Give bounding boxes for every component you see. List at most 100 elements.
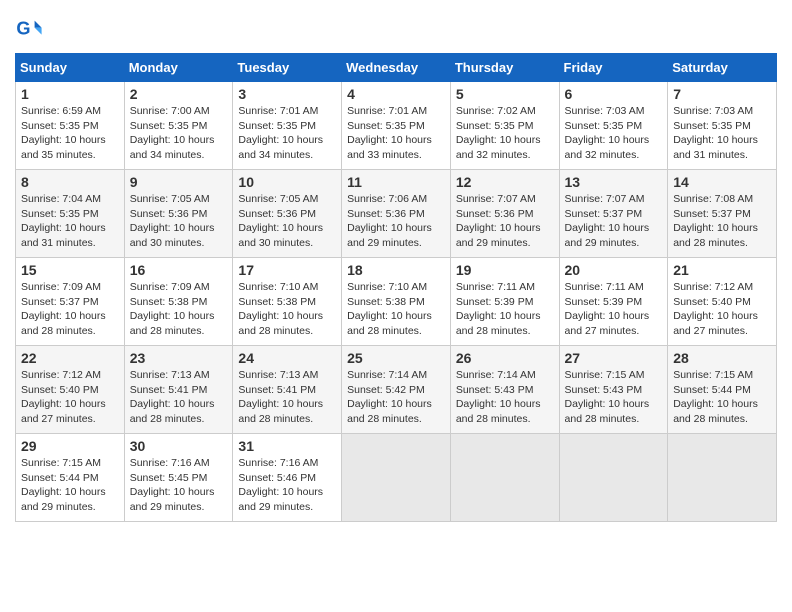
calendar-cell: 31 Sunrise: 7:16 AM Sunset: 5:46 PM Dayl… (233, 434, 342, 522)
day-number: 24 (238, 350, 336, 366)
week-row-2: 8 Sunrise: 7:04 AM Sunset: 5:35 PM Dayli… (16, 170, 777, 258)
day-number: 10 (238, 174, 336, 190)
cell-info: Sunrise: 7:03 AM Sunset: 5:35 PM Dayligh… (565, 104, 663, 163)
cell-info: Sunrise: 7:15 AM Sunset: 5:44 PM Dayligh… (21, 456, 119, 515)
calendar-cell (450, 434, 559, 522)
calendar-cell (559, 434, 668, 522)
calendar-cell: 22 Sunrise: 7:12 AM Sunset: 5:40 PM Dayl… (16, 346, 125, 434)
calendar-cell: 12 Sunrise: 7:07 AM Sunset: 5:36 PM Dayl… (450, 170, 559, 258)
day-number: 13 (565, 174, 663, 190)
calendar-cell: 11 Sunrise: 7:06 AM Sunset: 5:36 PM Dayl… (342, 170, 451, 258)
cell-info: Sunrise: 7:16 AM Sunset: 5:46 PM Dayligh… (238, 456, 336, 515)
calendar-cell: 24 Sunrise: 7:13 AM Sunset: 5:41 PM Dayl… (233, 346, 342, 434)
day-number: 25 (347, 350, 445, 366)
col-header-monday: Monday (124, 54, 233, 82)
cell-info: Sunrise: 7:12 AM Sunset: 5:40 PM Dayligh… (21, 368, 119, 427)
day-number: 29 (21, 438, 119, 454)
calendar-cell: 3 Sunrise: 7:01 AM Sunset: 5:35 PM Dayli… (233, 82, 342, 170)
calendar-cell: 23 Sunrise: 7:13 AM Sunset: 5:41 PM Dayl… (124, 346, 233, 434)
day-number: 28 (673, 350, 771, 366)
calendar-cell: 26 Sunrise: 7:14 AM Sunset: 5:43 PM Dayl… (450, 346, 559, 434)
calendar-cell: 14 Sunrise: 7:08 AM Sunset: 5:37 PM Dayl… (668, 170, 777, 258)
week-row-5: 29 Sunrise: 7:15 AM Sunset: 5:44 PM Dayl… (16, 434, 777, 522)
svg-text:G: G (16, 19, 30, 39)
calendar-cell: 9 Sunrise: 7:05 AM Sunset: 5:36 PM Dayli… (124, 170, 233, 258)
calendar-cell: 21 Sunrise: 7:12 AM Sunset: 5:40 PM Dayl… (668, 258, 777, 346)
calendar-cell: 20 Sunrise: 7:11 AM Sunset: 5:39 PM Dayl… (559, 258, 668, 346)
day-number: 12 (456, 174, 554, 190)
calendar-cell: 18 Sunrise: 7:10 AM Sunset: 5:38 PM Dayl… (342, 258, 451, 346)
col-header-wednesday: Wednesday (342, 54, 451, 82)
day-number: 14 (673, 174, 771, 190)
calendar-cell: 19 Sunrise: 7:11 AM Sunset: 5:39 PM Dayl… (450, 258, 559, 346)
day-number: 4 (347, 86, 445, 102)
cell-info: Sunrise: 7:09 AM Sunset: 5:38 PM Dayligh… (130, 280, 228, 339)
day-number: 5 (456, 86, 554, 102)
col-header-friday: Friday (559, 54, 668, 82)
day-number: 9 (130, 174, 228, 190)
calendar-cell: 13 Sunrise: 7:07 AM Sunset: 5:37 PM Dayl… (559, 170, 668, 258)
calendar-cell: 5 Sunrise: 7:02 AM Sunset: 5:35 PM Dayli… (450, 82, 559, 170)
col-header-saturday: Saturday (668, 54, 777, 82)
day-number: 2 (130, 86, 228, 102)
cell-info: Sunrise: 7:00 AM Sunset: 5:35 PM Dayligh… (130, 104, 228, 163)
cell-info: Sunrise: 7:10 AM Sunset: 5:38 PM Dayligh… (347, 280, 445, 339)
calendar-cell: 27 Sunrise: 7:15 AM Sunset: 5:43 PM Dayl… (559, 346, 668, 434)
day-number: 1 (21, 86, 119, 102)
cell-info: Sunrise: 7:14 AM Sunset: 5:43 PM Dayligh… (456, 368, 554, 427)
cell-info: Sunrise: 7:09 AM Sunset: 5:37 PM Dayligh… (21, 280, 119, 339)
logo-icon: G (15, 15, 43, 43)
day-number: 11 (347, 174, 445, 190)
day-number: 18 (347, 262, 445, 278)
day-number: 17 (238, 262, 336, 278)
cell-info: Sunrise: 7:13 AM Sunset: 5:41 PM Dayligh… (130, 368, 228, 427)
week-row-3: 15 Sunrise: 7:09 AM Sunset: 5:37 PM Dayl… (16, 258, 777, 346)
day-number: 15 (21, 262, 119, 278)
cell-info: Sunrise: 7:01 AM Sunset: 5:35 PM Dayligh… (238, 104, 336, 163)
calendar-cell: 15 Sunrise: 7:09 AM Sunset: 5:37 PM Dayl… (16, 258, 125, 346)
logo: G (15, 15, 47, 43)
calendar-cell (668, 434, 777, 522)
week-row-1: 1 Sunrise: 6:59 AM Sunset: 5:35 PM Dayli… (16, 82, 777, 170)
day-number: 21 (673, 262, 771, 278)
calendar-cell: 1 Sunrise: 6:59 AM Sunset: 5:35 PM Dayli… (16, 82, 125, 170)
calendar-cell: 2 Sunrise: 7:00 AM Sunset: 5:35 PM Dayli… (124, 82, 233, 170)
cell-info: Sunrise: 7:12 AM Sunset: 5:40 PM Dayligh… (673, 280, 771, 339)
calendar-cell: 7 Sunrise: 7:03 AM Sunset: 5:35 PM Dayli… (668, 82, 777, 170)
week-row-4: 22 Sunrise: 7:12 AM Sunset: 5:40 PM Dayl… (16, 346, 777, 434)
col-header-sunday: Sunday (16, 54, 125, 82)
cell-info: Sunrise: 7:04 AM Sunset: 5:35 PM Dayligh… (21, 192, 119, 251)
calendar-cell: 16 Sunrise: 7:09 AM Sunset: 5:38 PM Dayl… (124, 258, 233, 346)
cell-info: Sunrise: 7:03 AM Sunset: 5:35 PM Dayligh… (673, 104, 771, 163)
day-number: 3 (238, 86, 336, 102)
cell-info: Sunrise: 7:05 AM Sunset: 5:36 PM Dayligh… (238, 192, 336, 251)
day-number: 8 (21, 174, 119, 190)
calendar-cell: 10 Sunrise: 7:05 AM Sunset: 5:36 PM Dayl… (233, 170, 342, 258)
cell-info: Sunrise: 7:07 AM Sunset: 5:37 PM Dayligh… (565, 192, 663, 251)
day-number: 23 (130, 350, 228, 366)
day-number: 26 (456, 350, 554, 366)
cell-info: Sunrise: 7:15 AM Sunset: 5:43 PM Dayligh… (565, 368, 663, 427)
page-header: G (15, 15, 777, 43)
col-header-tuesday: Tuesday (233, 54, 342, 82)
cell-info: Sunrise: 7:02 AM Sunset: 5:35 PM Dayligh… (456, 104, 554, 163)
cell-info: Sunrise: 7:06 AM Sunset: 5:36 PM Dayligh… (347, 192, 445, 251)
cell-info: Sunrise: 7:08 AM Sunset: 5:37 PM Dayligh… (673, 192, 771, 251)
cell-info: Sunrise: 7:16 AM Sunset: 5:45 PM Dayligh… (130, 456, 228, 515)
calendar-table: SundayMondayTuesdayWednesdayThursdayFrid… (15, 53, 777, 522)
day-number: 19 (456, 262, 554, 278)
cell-info: Sunrise: 7:07 AM Sunset: 5:36 PM Dayligh… (456, 192, 554, 251)
day-number: 22 (21, 350, 119, 366)
calendar-cell: 8 Sunrise: 7:04 AM Sunset: 5:35 PM Dayli… (16, 170, 125, 258)
calendar-cell: 25 Sunrise: 7:14 AM Sunset: 5:42 PM Dayl… (342, 346, 451, 434)
cell-info: Sunrise: 7:15 AM Sunset: 5:44 PM Dayligh… (673, 368, 771, 427)
day-number: 27 (565, 350, 663, 366)
calendar-cell: 29 Sunrise: 7:15 AM Sunset: 5:44 PM Dayl… (16, 434, 125, 522)
cell-info: Sunrise: 7:10 AM Sunset: 5:38 PM Dayligh… (238, 280, 336, 339)
day-number: 20 (565, 262, 663, 278)
cell-info: Sunrise: 7:13 AM Sunset: 5:41 PM Dayligh… (238, 368, 336, 427)
cell-info: Sunrise: 7:14 AM Sunset: 5:42 PM Dayligh… (347, 368, 445, 427)
cell-info: Sunrise: 7:01 AM Sunset: 5:35 PM Dayligh… (347, 104, 445, 163)
calendar-cell: 6 Sunrise: 7:03 AM Sunset: 5:35 PM Dayli… (559, 82, 668, 170)
calendar-cell (342, 434, 451, 522)
